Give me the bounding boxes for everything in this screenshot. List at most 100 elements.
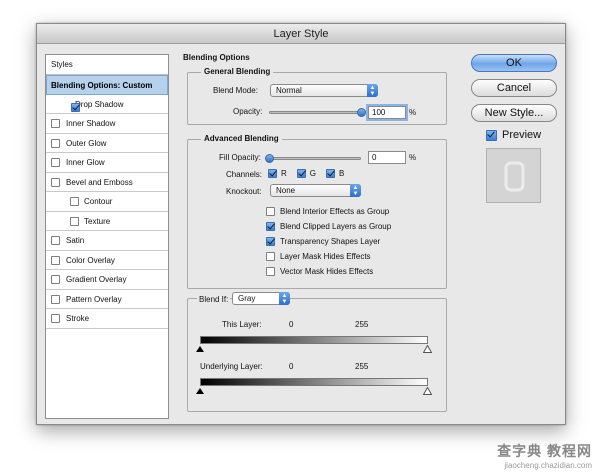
knockout-label: Knockout: [226, 187, 262, 196]
styles-item-texture[interactable]: Texture [46, 212, 168, 231]
styles-item-label: Bevel and Emboss [66, 177, 133, 187]
opacity-input[interactable]: 100 [366, 104, 408, 121]
styles-item-bevel-and-emboss[interactable]: Bevel and Emboss [46, 173, 168, 192]
preview-shape-icon [504, 161, 525, 192]
this-layer-high: 255 [355, 320, 369, 329]
blend-mode-select[interactable]: Normal ▲ ▼ [270, 84, 378, 97]
this-layer-white-slider[interactable] [423, 345, 432, 353]
option-checkbox[interactable] [266, 267, 275, 276]
blend-if-value: Gray [238, 294, 256, 303]
style-checkbox[interactable] [51, 314, 60, 323]
style-checkbox[interactable] [51, 236, 60, 245]
preview-toggle[interactable]: Preview [486, 129, 541, 141]
this-layer-black-slider[interactable] [196, 346, 204, 352]
styles-item-label: Satin [66, 236, 85, 245]
fill-opacity-input[interactable]: 0 [368, 151, 406, 164]
opacity-slider-knob[interactable] [356, 108, 366, 117]
opacity-slider[interactable] [269, 111, 361, 114]
style-checkbox[interactable] [51, 177, 60, 187]
styles-item-drop-shadow[interactable]: Drop Shadow [46, 95, 168, 114]
channel-r-checkbox[interactable] [268, 169, 277, 178]
option-blend-clipped-layers-as-group[interactable]: Blend Clipped Layers as Group [266, 222, 391, 231]
channels-label: Channels: [226, 170, 263, 179]
dialog-title: Layer Style [37, 24, 565, 44]
option-vector-mask-hides-effects[interactable]: Vector Mask Hides Effects [266, 267, 373, 276]
watermark: 查字典 教程网 jiaocheng.chazidian.com [497, 441, 592, 470]
fill-opacity-unit: % [409, 153, 417, 162]
styles-header[interactable]: Styles [46, 55, 168, 75]
channel-r-label: R [281, 169, 287, 178]
option-layer-mask-hides-effects[interactable]: Layer Mask Hides Effects [266, 252, 371, 261]
styles-item-pattern-overlay[interactable]: Pattern Overlay [46, 290, 168, 309]
general-blending-title: General Blending [201, 67, 274, 76]
styles-item-contour[interactable]: Contour [46, 192, 168, 212]
preview-label: Preview [502, 129, 542, 141]
option-checkbox[interactable] [266, 207, 275, 216]
blend-if-select[interactable]: Gray ▲ ▼ [232, 292, 290, 305]
styles-item-inner-shadow[interactable]: Inner Shadow [46, 114, 168, 134]
styles-item-outer-glow[interactable]: Outer Glow [46, 134, 168, 153]
underlying-layer-black-slider[interactable] [196, 388, 204, 394]
option-label: Layer Mask Hides Effects [280, 252, 371, 261]
style-checkbox[interactable] [51, 255, 60, 265]
underlying-layer-gradient [200, 378, 428, 386]
style-checkbox[interactable] [70, 216, 79, 226]
option-checkbox[interactable] [266, 237, 275, 246]
updown-arrows-icon: ▲ ▼ [367, 84, 378, 97]
styles-item-gradient-overlay[interactable]: Gradient Overlay [46, 270, 168, 290]
knockout-value: None [276, 186, 296, 195]
watermark-text: 查字典 教程网 [497, 443, 592, 459]
styles-item-label: Drop Shadow [75, 99, 124, 109]
option-transparency-shapes-layer[interactable]: Transparency Shapes Layer [266, 237, 380, 246]
styles-item-label: Outer Glow [66, 138, 107, 148]
advanced-blending-title: Advanced Blending [201, 134, 282, 143]
watermark-url: jiaocheng.chazidian.com [504, 461, 592, 470]
channel-g-checkbox[interactable] [296, 169, 306, 178]
this-layer-low: 0 [289, 320, 294, 329]
underlying-layer-high: 255 [355, 362, 369, 371]
styles-item-inner-glow[interactable]: Inner Glow [46, 153, 168, 173]
option-label: Blend Interior Effects as Group [280, 207, 390, 216]
option-label: Vector Mask Hides Effects [280, 267, 374, 276]
fill-opacity-slider[interactable] [269, 157, 361, 160]
new-style-button[interactable]: New Style... [471, 104, 557, 122]
styles-item-stroke[interactable]: Stroke [46, 309, 168, 329]
channel-b-checkbox[interactable] [326, 169, 336, 178]
style-checkbox[interactable] [51, 138, 60, 148]
style-checkbox[interactable] [51, 158, 60, 167]
blend-if-label: Blend If: [197, 295, 231, 304]
opacity-label: Opacity: [233, 107, 263, 116]
underlying-layer-white-slider[interactable] [423, 387, 432, 395]
style-checkbox[interactable] [51, 294, 60, 304]
styles-item-label: Stroke [66, 314, 90, 323]
styles-item-label: Color Overlay [66, 255, 115, 265]
styles-item-satin[interactable]: Satin [46, 231, 168, 251]
option-checkbox[interactable] [266, 222, 275, 231]
preview-thumbnail [486, 148, 541, 203]
blending-options-title: Blending Options [183, 53, 250, 62]
option-label: Blend Clipped Layers as Group [280, 222, 392, 231]
ok-button[interactable]: OK [471, 54, 557, 72]
cancel-button[interactable]: Cancel [471, 79, 557, 97]
layer-style-dialog: Layer Style Styles Blending Options: Cus… [36, 23, 566, 425]
fill-opacity-slider-knob[interactable] [264, 154, 274, 163]
styles-item-label: Blending Options: Custom [51, 81, 153, 90]
style-checkbox[interactable] [70, 197, 79, 206]
option-blend-interior-effects-as-group[interactable]: Blend Interior Effects as Group [266, 207, 389, 216]
underlying-layer-low: 0 [289, 362, 294, 371]
style-checkbox[interactable] [71, 102, 80, 112]
blend-if-group [187, 298, 447, 412]
preview-checkbox[interactable] [486, 129, 497, 141]
channel-g-label: G [309, 169, 317, 178]
style-checkbox[interactable] [51, 119, 60, 128]
option-checkbox[interactable] [266, 252, 275, 261]
styles-item-label: Contour [84, 197, 113, 206]
this-layer-label: This Layer: [222, 320, 262, 329]
style-checkbox[interactable] [51, 275, 60, 284]
styles-item-color-overlay[interactable]: Color Overlay [46, 251, 168, 270]
this-layer-gradient [200, 336, 428, 344]
styles-item-blending-options-custom[interactable]: Blending Options: Custom [46, 75, 168, 95]
updown-arrows-icon: ▲ ▼ [279, 292, 290, 305]
knockout-select[interactable]: None ▲ ▼ [270, 184, 361, 197]
updown-arrows-icon: ▲ ▼ [350, 184, 361, 197]
